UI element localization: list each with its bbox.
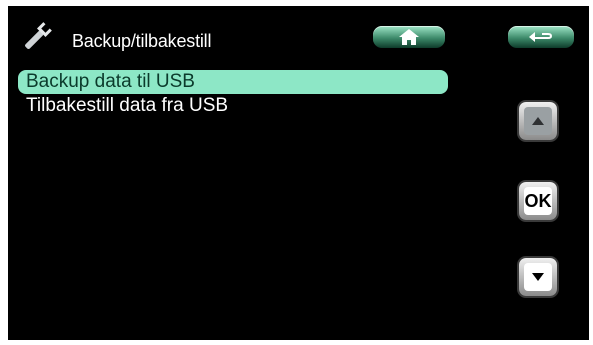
- arrow-up-icon: [532, 117, 544, 125]
- menu-item-label: Backup data til USB: [26, 71, 195, 92]
- scroll-down-button[interactable]: [519, 258, 557, 296]
- ok-label: OK: [524, 190, 552, 211]
- menu-list: Backup data til USB Tilbakestill data fr…: [18, 70, 448, 118]
- menu-item-label: Tilbakestill data fra USB: [26, 95, 229, 116]
- back-button[interactable]: [508, 26, 574, 48]
- menu-item-backup-usb[interactable]: Backup data til USB: [18, 70, 448, 94]
- wrench-icon: [25, 22, 52, 49]
- scroll-up-button[interactable]: [519, 102, 557, 140]
- ok-button[interactable]: OK: [519, 182, 557, 220]
- page-title: Backup/tilbakestill: [72, 31, 212, 51]
- device-screen: Backup/tilbakestill Backup data til USB …: [8, 6, 589, 340]
- menu-item-restore-usb[interactable]: Tilbakestill data fra USB: [18, 94, 448, 118]
- arrow-down-icon: [532, 273, 544, 281]
- home-icon: [399, 29, 419, 45]
- home-button[interactable]: [373, 26, 445, 48]
- back-arrow-icon: [529, 32, 552, 42]
